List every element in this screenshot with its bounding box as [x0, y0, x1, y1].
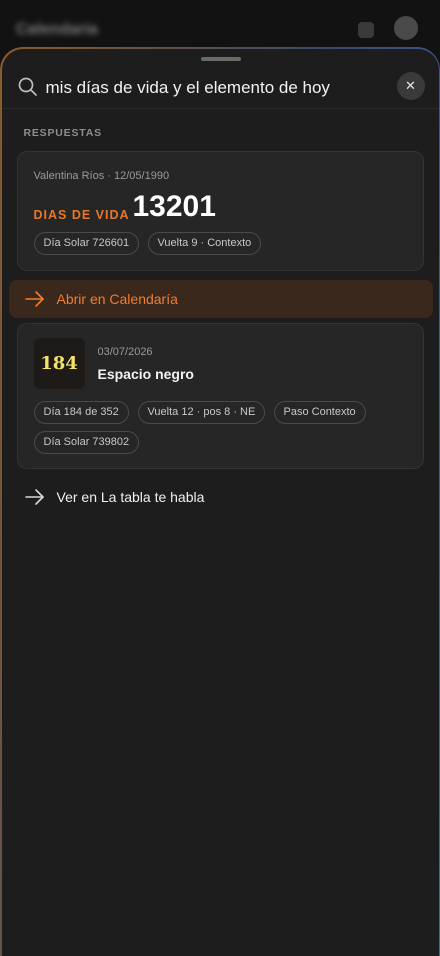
chip-turn-context: Vuelta 9 · Contexto: [147, 231, 262, 255]
element-card[interactable]: 184 03/07/2026 Espacio negro Día 184 de …: [16, 322, 424, 469]
open-in-calendaria-button[interactable]: Abrir en Calendaría: [8, 279, 433, 318]
chip-step: Paso Contexto: [273, 400, 366, 424]
background-avatar: [394, 16, 418, 40]
element-date: 03/07/2026: [97, 345, 153, 358]
element-number: 184: [40, 352, 78, 374]
chip-day-of-year: Día 184 de 352: [33, 400, 129, 424]
background-app-title: Calendaria: [16, 21, 98, 38]
search-icon: [18, 77, 37, 96]
life-days-value: 13201: [132, 189, 216, 223]
open-in-calendaria-label: Abrir en Calendaría: [56, 290, 178, 307]
chip-turn-position: Vuelta 12 · pos 8 · NE: [137, 400, 266, 424]
background-icon: [358, 22, 374, 38]
sheet-grabber[interactable]: [200, 56, 241, 61]
life-days-card[interactable]: Valentina Ríos · 12/05/1990 DIAS DE VIDA…: [16, 150, 424, 271]
view-in-table-link[interactable]: Ver en La tabla te habla: [9, 477, 433, 517]
life-days-label: DIAS DE VIDA: [33, 207, 130, 222]
search-bar: ✕: [1, 67, 439, 109]
search-sheet: ✕ RESPUESTAS Valentina Ríos · 12/05/1990…: [0, 47, 440, 956]
person-meta: Valentina Ríos · 12/05/1990: [33, 169, 170, 182]
view-in-table-label: Ver en La tabla te habla: [56, 488, 205, 505]
search-sheet-body: ✕ RESPUESTAS Valentina Ríos · 12/05/1990…: [1, 48, 439, 956]
element-name: Espacio negro: [97, 365, 194, 382]
chip-solar-day: Día Solar 739802: [33, 430, 140, 454]
section-label-answers: RESPUESTAS: [23, 126, 102, 139]
clear-search-button[interactable]: ✕: [396, 71, 425, 100]
arrow-right-icon: [24, 290, 44, 307]
chip-solar-day: Día Solar 726601: [33, 231, 140, 255]
close-icon: ✕: [405, 77, 416, 93]
arrow-right-icon: [24, 488, 44, 505]
search-input[interactable]: [45, 72, 386, 103]
element-tile: 184: [33, 337, 85, 389]
